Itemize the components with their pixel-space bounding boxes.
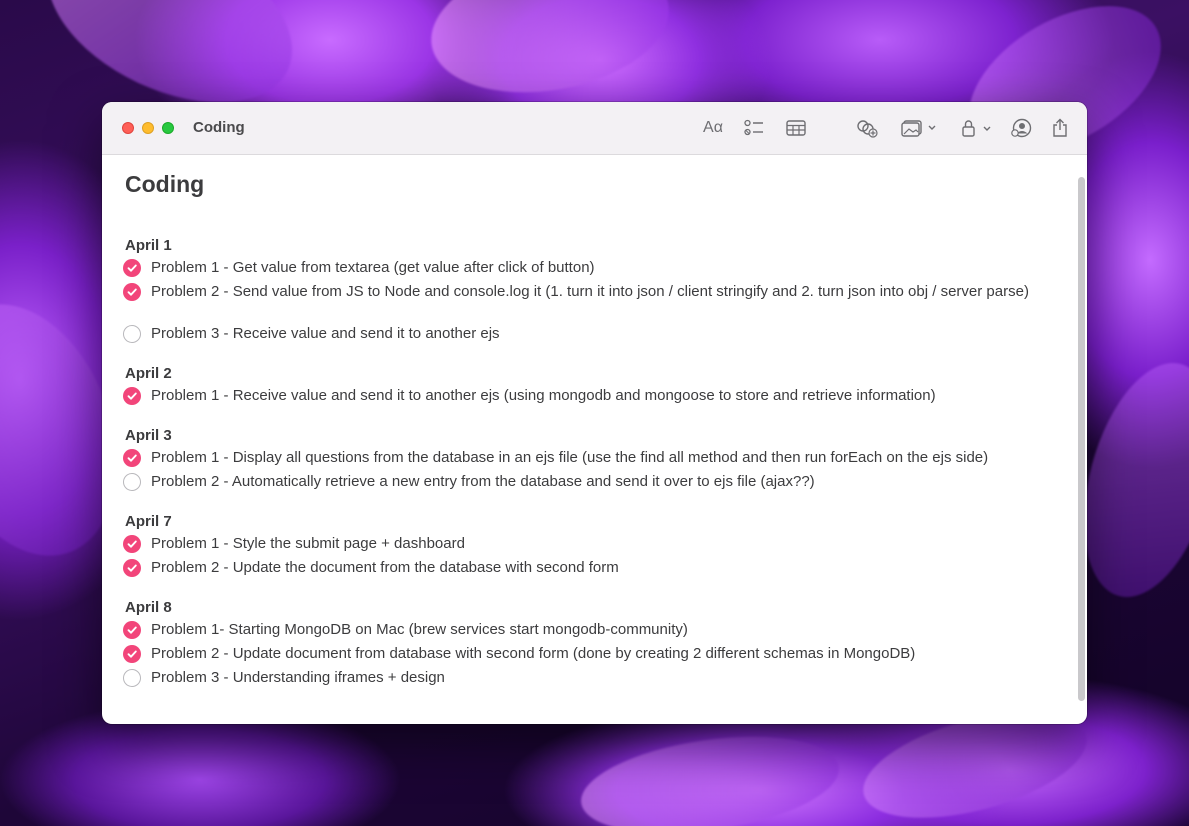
checked-checkbox[interactable] bbox=[123, 535, 141, 553]
checked-checkbox[interactable] bbox=[123, 645, 141, 663]
checklist-item-text[interactable]: Problem 2 - Automatically retrieve a new… bbox=[151, 473, 815, 491]
checked-checkbox[interactable] bbox=[123, 259, 141, 277]
checklist-item-text[interactable]: Problem 1 - Receive value and send it to… bbox=[151, 387, 936, 405]
checklist-icon[interactable] bbox=[743, 116, 765, 140]
section-heading: April 3 bbox=[125, 427, 172, 444]
window-title: Coding bbox=[193, 119, 245, 136]
checklist-item-text[interactable]: Problem 2 - Update the document from the… bbox=[151, 559, 619, 577]
checked-checkbox[interactable] bbox=[123, 387, 141, 405]
checked-checkbox[interactable] bbox=[123, 449, 141, 467]
notes-window: Coding Aα Coding April 1 Problem 1 - Get… bbox=[102, 102, 1087, 724]
checklist-item: Problem 1 - Receive value and send it to… bbox=[123, 387, 1043, 405]
checklist-item: Problem 1- Starting MongoDB on Mac (brew… bbox=[123, 621, 1043, 639]
wallpaper-ribbon bbox=[575, 722, 845, 826]
checklist-item: Problem 2 - Send value from JS to Node a… bbox=[123, 283, 1043, 301]
checklist-item-text[interactable]: Problem 2 - Update document from databas… bbox=[151, 645, 915, 663]
vertical-scrollbar[interactable] bbox=[1078, 177, 1085, 701]
checklist-item: Problem 3 - Understanding iframes + desi… bbox=[123, 669, 1043, 687]
wallpaper-ribbon bbox=[420, 0, 680, 110]
note-title: Coding bbox=[125, 171, 205, 197]
section-heading: April 8 bbox=[125, 599, 172, 616]
checked-checkbox[interactable] bbox=[123, 621, 141, 639]
unchecked-checkbox[interactable] bbox=[123, 669, 141, 687]
unchecked-checkbox[interactable] bbox=[123, 473, 141, 491]
checklist-item: Problem 1 - Style the submit page + dash… bbox=[123, 535, 1043, 553]
checklist-item-text[interactable]: Problem 1 - Get value from textarea (get… bbox=[151, 259, 595, 277]
checklist-item-text[interactable]: Problem 1 - Style the submit page + dash… bbox=[151, 535, 465, 553]
minimize-button[interactable] bbox=[142, 122, 154, 134]
checklist-item: Problem 1 - Get value from textarea (get… bbox=[123, 259, 1043, 277]
table-icon[interactable] bbox=[785, 116, 807, 140]
zoom-button[interactable] bbox=[162, 122, 174, 134]
checklist-item: Problem 3 - Receive value and send it to… bbox=[123, 325, 1043, 343]
media-icon[interactable] bbox=[899, 116, 939, 140]
share-icon[interactable] bbox=[1050, 116, 1070, 140]
checklist-item-text[interactable]: Problem 1- Starting MongoDB on Mac (brew… bbox=[151, 621, 688, 639]
checked-checkbox[interactable] bbox=[123, 559, 141, 577]
format-text-icon[interactable]: Aα bbox=[702, 116, 724, 140]
collaborate-icon[interactable] bbox=[1010, 116, 1034, 140]
link-icon[interactable] bbox=[856, 116, 878, 140]
checklist-item-text[interactable]: Problem 3 - Receive value and send it to… bbox=[151, 325, 500, 343]
checklist-item-text[interactable]: Problem 3 - Understanding iframes + desi… bbox=[151, 669, 445, 687]
section-heading: April 2 bbox=[125, 365, 172, 382]
checklist-item: Problem 1 - Display all questions from t… bbox=[123, 449, 1043, 467]
checked-checkbox[interactable] bbox=[123, 283, 141, 301]
checklist-item: Problem 2 - Update document from databas… bbox=[123, 645, 1043, 663]
format-text-label: Aα bbox=[703, 119, 723, 136]
close-button[interactable] bbox=[122, 122, 134, 134]
section-heading: April 7 bbox=[125, 513, 172, 530]
checklist-item-text[interactable]: Problem 1 - Display all questions from t… bbox=[151, 449, 988, 467]
checklist-item-text[interactable]: Problem 2 - Send value from JS to Node a… bbox=[151, 283, 1029, 301]
lock-icon[interactable] bbox=[960, 116, 994, 140]
checklist-item: Problem 2 - Update the document from the… bbox=[123, 559, 1043, 577]
title-bar: Coding Aα bbox=[102, 102, 1087, 155]
note-body[interactable]: Coding April 1 Problem 1 - Get value from… bbox=[102, 155, 1072, 724]
unchecked-checkbox[interactable] bbox=[123, 325, 141, 343]
checklist-item: Problem 2 - Automatically retrieve a new… bbox=[123, 473, 1043, 491]
section-heading: April 1 bbox=[125, 237, 172, 254]
